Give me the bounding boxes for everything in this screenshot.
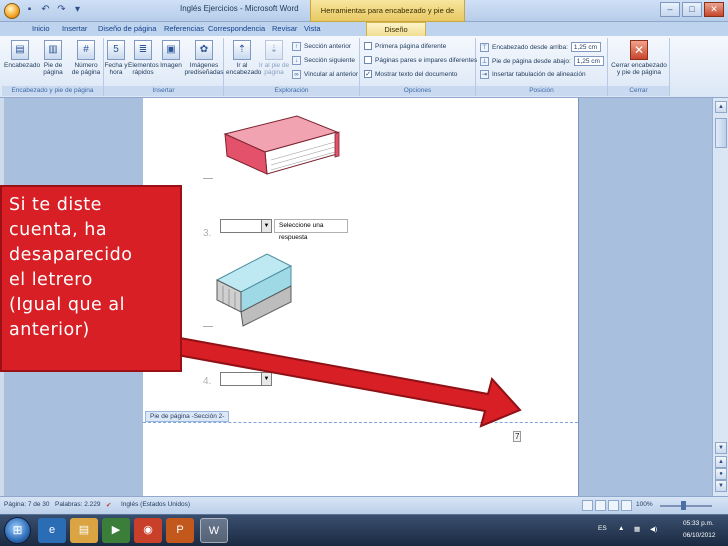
callout-text: Si te diste cuenta, ha desaparecido el l…: [9, 195, 133, 340]
zoom-level[interactable]: 100%: [636, 501, 653, 508]
spelling-icon[interactable]: ✔: [106, 501, 111, 509]
show-hidden-icons[interactable]: ▲: [618, 525, 624, 532]
explorer-icon[interactable]: ▤: [70, 518, 98, 543]
outline-view-icon[interactable]: [621, 500, 632, 511]
print-layout-view-icon[interactable]: [582, 500, 593, 511]
language-indicator[interactable]: ES: [598, 525, 607, 532]
clock-date[interactable]: 06/10/2012: [683, 532, 716, 539]
chrome-icon[interactable]: ◉: [134, 518, 162, 543]
media-player-icon[interactable]: ▶: [102, 518, 130, 543]
web-layout-view-icon[interactable]: [608, 500, 619, 511]
status-bar: Página: 7 de 30 Palabras: 2.229 ✔ Inglés…: [0, 496, 728, 514]
status-words[interactable]: Palabras: 2.229: [55, 501, 101, 508]
clock-time[interactable]: 05:33 p.m.: [683, 520, 714, 527]
zoom-slider-knob[interactable]: [681, 501, 686, 510]
instruction-callout: Si te diste cuenta, ha desaparecido el l…: [0, 185, 182, 372]
powerpoint-icon[interactable]: P: [166, 518, 194, 543]
word-icon[interactable]: W: [200, 518, 228, 543]
zoom-slider[interactable]: [660, 505, 712, 507]
status-language[interactable]: Inglés (Estados Unidos): [121, 501, 190, 508]
full-screen-view-icon[interactable]: [595, 500, 606, 511]
start-button[interactable]: ⊞: [4, 517, 31, 544]
volume-icon[interactable]: ◀): [650, 525, 657, 533]
ie-icon[interactable]: e: [38, 518, 66, 543]
network-icon[interactable]: ▦: [634, 525, 640, 533]
status-page[interactable]: Página: 7 de 30: [4, 501, 50, 508]
taskbar: ⊞ e ▤ ▶ ◉ P W ES ▲ ▦ ◀) 05:33 p.m. 06/10…: [0, 514, 728, 546]
